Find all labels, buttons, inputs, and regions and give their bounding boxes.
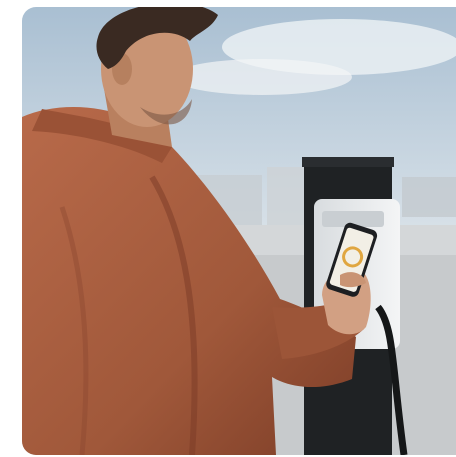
charger-post-top [302, 157, 394, 167]
photo-canvas [22, 7, 456, 455]
cloud [172, 59, 352, 95]
photo [22, 7, 456, 455]
distant-building [402, 177, 456, 217]
